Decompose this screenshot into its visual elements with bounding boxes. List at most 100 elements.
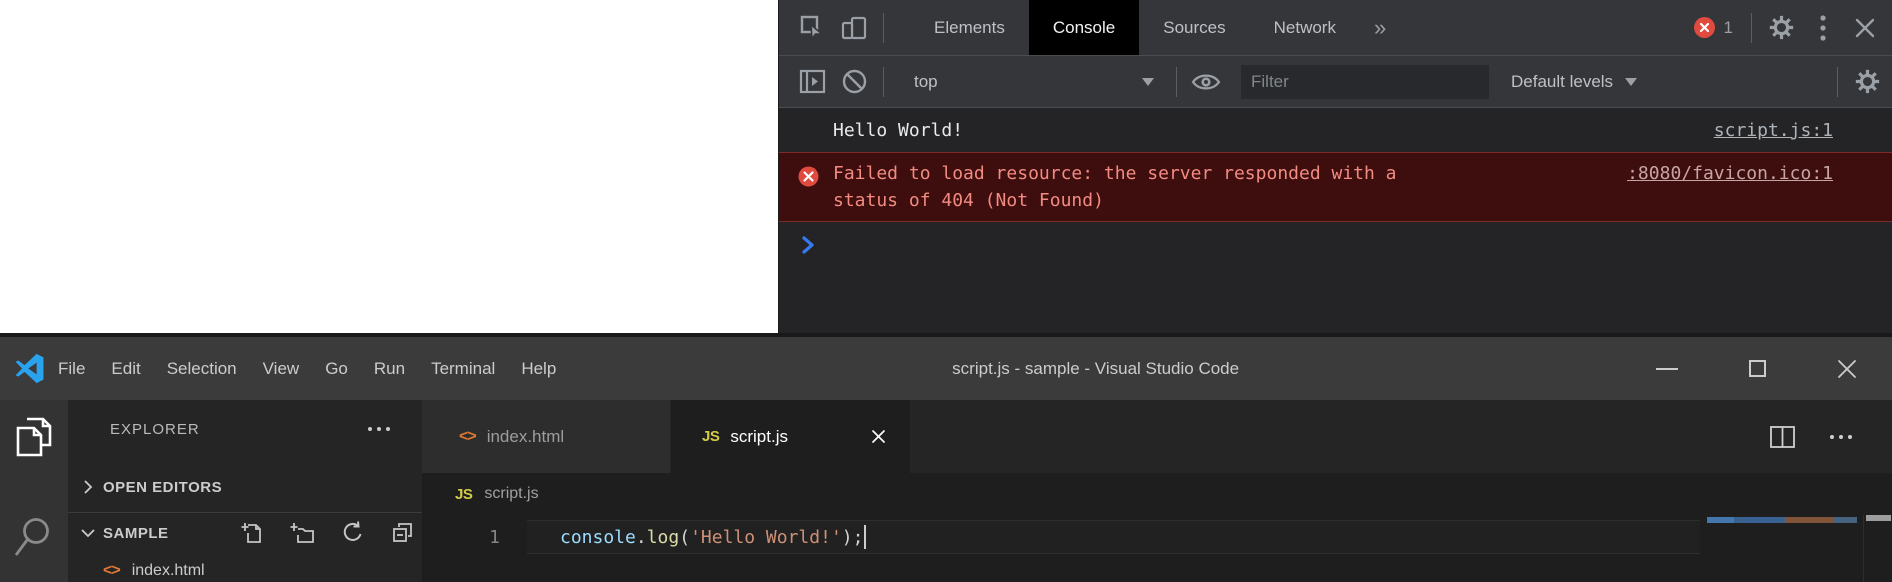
breadcrumb-file: script.js [484, 485, 538, 503]
minimap-code-line [1707, 517, 1857, 523]
menu-file[interactable]: File [45, 337, 98, 400]
close-tab-icon[interactable] [870, 428, 887, 445]
explorer-sidebar: EXPLORER OPEN EDITORS SAMPLE [68, 400, 422, 582]
execution-context-selector[interactable]: top [892, 72, 1168, 92]
close-devtools-icon[interactable] [1844, 0, 1886, 55]
code-token: 'Hello World!' [690, 527, 842, 548]
code-line-content[interactable]: console.log('Hello World!'); [527, 520, 1700, 554]
open-editors-label: OPEN EDITORS [103, 479, 222, 496]
split-editor-icon[interactable] [1769, 425, 1796, 449]
log-source-link[interactable]: script.js:1 [1714, 120, 1833, 141]
vscode-logo-icon[interactable] [14, 353, 45, 384]
kebab-menu-icon[interactable] [1802, 0, 1844, 55]
tab-console[interactable]: Console [1029, 0, 1139, 55]
divider [883, 67, 884, 97]
context-label: top [914, 72, 938, 92]
tab-elements[interactable]: Elements [910, 0, 1029, 55]
code-token: . [636, 527, 647, 548]
error-count: 1 [1724, 18, 1733, 38]
menu-run[interactable]: Run [361, 337, 418, 400]
devtools-tabbar: Elements Console Sources Network » 1 [779, 0, 1892, 56]
console-toolbar-right [1829, 56, 1888, 107]
tab-network[interactable]: Network [1250, 0, 1360, 55]
vscode-window: File Edit Selection View Go Run Terminal… [0, 333, 1892, 582]
divider [1751, 13, 1752, 43]
editor-actions [1769, 400, 1852, 473]
window-controls [1622, 337, 1892, 400]
js-file-icon: JS [702, 428, 719, 445]
device-toolbar-icon[interactable] [833, 0, 875, 55]
minimap[interactable] [1699, 515, 1864, 582]
refresh-icon[interactable] [341, 521, 364, 545]
folder-section-sample[interactable]: SAMPLE [68, 512, 422, 553]
maximize-icon [1749, 360, 1766, 377]
divider [883, 13, 884, 43]
menu-view[interactable]: View [250, 337, 313, 400]
js-file-icon: JS [455, 486, 472, 503]
editor-tabbar: <> index.html JS script.js [422, 400, 1892, 473]
divider [1837, 67, 1838, 97]
console-toolbar: top Default levels [779, 56, 1892, 108]
code-token: log [647, 527, 680, 548]
search-icon[interactable] [14, 515, 54, 559]
log-message-text: Hello World! [833, 120, 1714, 141]
collapse-all-icon[interactable] [391, 521, 414, 544]
code-token: ); [842, 527, 864, 548]
error-source-link[interactable]: :8080/favicon.ico:1 [1627, 160, 1833, 187]
menu-edit[interactable]: Edit [98, 337, 153, 400]
open-editors-section[interactable]: OPEN EDITORS [68, 467, 422, 507]
text-cursor [864, 525, 866, 549]
devtools-tabbar-right: 1 [1694, 0, 1892, 55]
chevron-down-icon [78, 523, 98, 543]
explorer-files-icon[interactable] [13, 415, 55, 459]
minimize-button[interactable] [1622, 337, 1712, 400]
tab-label: script.js [730, 427, 788, 447]
explorer-title: EXPLORER [110, 421, 200, 438]
menu-selection[interactable]: Selection [154, 337, 250, 400]
error-message-line2: status of 404 (Not Found) [833, 190, 1104, 211]
console-log-row: Hello World! script.js:1 [779, 108, 1892, 152]
new-folder-icon[interactable] [290, 521, 314, 545]
file-item-label: index.html [132, 562, 205, 580]
inspect-element-icon[interactable] [791, 0, 833, 55]
chevron-down-icon [1142, 78, 1154, 86]
close-window-button[interactable] [1802, 337, 1892, 400]
console-sidebar-toggle-icon[interactable] [791, 56, 833, 107]
settings-gear-icon[interactable] [1760, 0, 1802, 55]
close-icon [1837, 359, 1857, 379]
line-number: 1 [422, 520, 527, 554]
tab-sources[interactable]: Sources [1139, 0, 1249, 55]
code-editor[interactable]: 1 console.log('Hello World!'); [422, 515, 1892, 582]
menu-help[interactable]: Help [508, 337, 569, 400]
prompt-chevron-icon [801, 235, 816, 260]
editor-group: <> index.html JS script.js [422, 400, 1892, 582]
more-tabs-icon[interactable]: » [1360, 0, 1400, 55]
browser-page-blank[interactable] [0, 0, 778, 334]
folder-actions [241, 521, 422, 545]
vscode-main: EXPLORER OPEN EDITORS SAMPLE [0, 400, 1892, 582]
html-file-icon: <> [103, 562, 120, 580]
menu-go[interactable]: Go [312, 337, 361, 400]
browser-window: Elements Console Sources Network » 1 [0, 0, 1892, 333]
editor-tab-script-js[interactable]: JS script.js [671, 400, 910, 473]
more-actions-icon[interactable] [1830, 435, 1852, 439]
explorer-more-actions-icon[interactable] [368, 427, 390, 431]
filter-input[interactable] [1241, 65, 1489, 99]
console-settings-gear-icon[interactable] [1846, 56, 1888, 107]
divider [1176, 67, 1177, 97]
code-token: console [560, 527, 636, 548]
menu-terminal[interactable]: Terminal [418, 337, 508, 400]
maximize-button[interactable] [1712, 337, 1802, 400]
eye-icon[interactable] [1185, 56, 1227, 107]
minimize-icon [1656, 368, 1678, 370]
log-levels-dropdown[interactable]: Default levels [1511, 72, 1637, 92]
breadcrumb[interactable]: JS script.js [422, 473, 1892, 515]
file-item-index-html[interactable]: <> index.html [68, 553, 422, 582]
levels-label: Default levels [1511, 72, 1613, 92]
clear-console-icon[interactable] [833, 56, 875, 107]
editor-tab-index-html[interactable]: <> index.html [422, 400, 671, 473]
console-prompt[interactable] [779, 222, 1892, 262]
devtools-tabs: Elements Console Sources Network » [910, 0, 1400, 55]
error-count-badge[interactable]: 1 [1694, 17, 1733, 38]
new-file-icon[interactable] [241, 521, 263, 545]
